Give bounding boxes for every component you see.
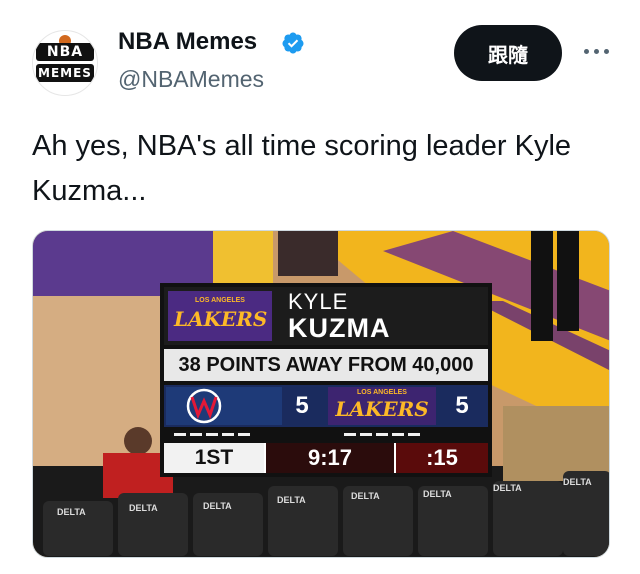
account-name[interactable]: NBA Memes — [118, 28, 257, 56]
wizards-logo-icon — [186, 388, 222, 424]
lakers-logo-small: LOS ANGELES — [357, 389, 407, 396]
game-clock-row: 1ST 9:17 :15 — [164, 443, 488, 473]
lakers-logo-text: LAKERS — [174, 307, 268, 331]
avatar-text-top: NBA — [36, 43, 94, 61]
team-score-row: 5 LOS ANGELES LAKERS 5 — [164, 385, 488, 427]
ad-delta: DELTA — [423, 489, 452, 499]
timeout-indicators — [164, 431, 488, 439]
scoreboard-message: 38 POINTS AWAY FROM 40,000 — [164, 349, 488, 381]
lakers-logo-small: LOS ANGELES — [195, 297, 245, 304]
timeout-dash — [392, 433, 404, 436]
period: 1ST — [164, 443, 264, 473]
ad-delta: DELTA — [277, 495, 306, 505]
ad-delta: DELTA — [57, 507, 86, 517]
timeout-dash — [206, 433, 218, 436]
account-handle[interactable]: @NBAMemes — [118, 66, 264, 93]
ad-delta: DELTA — [351, 491, 380, 501]
dot — [583, 48, 589, 54]
timeout-dash — [376, 433, 388, 436]
shot-clock: :15 — [396, 443, 488, 473]
timeout-dash — [238, 433, 250, 436]
home-score: 5 — [455, 392, 469, 419]
dot — [593, 48, 599, 54]
timeout-dash — [344, 433, 356, 436]
player-first-name: KYLE — [288, 289, 349, 314]
wizards-logo-icon — [166, 387, 282, 425]
lakers-logo: LOS ANGELES LAKERS — [328, 387, 436, 425]
scoreboard-header: LOS ANGELES LAKERS KYLE KUZMA — [164, 287, 488, 345]
game-clock: 9:17 — [266, 443, 394, 473]
tweet-text: Ah yes, NBA's all time scoring leader Ky… — [32, 130, 572, 207]
follow-button[interactable]: 跟隨 — [454, 25, 562, 81]
ad-delta: DELTA — [203, 501, 232, 511]
more-dots-icon[interactable] — [576, 36, 616, 66]
lakers-logo-text: LAKERS — [335, 397, 429, 421]
ad-delta: DELTA — [129, 503, 158, 513]
avatar[interactable]: NBA MEMES — [32, 30, 98, 96]
timeout-dash — [408, 433, 420, 436]
avatar-text-bottom: MEMES — [36, 64, 94, 82]
dot — [603, 48, 609, 54]
ad-delta: DELTA — [493, 483, 522, 493]
timeout-dash — [222, 433, 234, 436]
player-last-name: KUZMA — [288, 313, 391, 343]
lakers-logo: LOS ANGELES LAKERS — [168, 291, 272, 341]
timeout-dash — [360, 433, 372, 436]
timeout-dash — [174, 433, 186, 436]
ad-delta: DELTA — [563, 477, 592, 487]
scoreboard: LOS ANGELES LAKERS KYLE KUZMA 38 POINTS … — [160, 283, 492, 477]
verified-badge-icon — [282, 32, 304, 54]
away-score: 5 — [295, 392, 309, 419]
timeout-dash — [190, 433, 202, 436]
